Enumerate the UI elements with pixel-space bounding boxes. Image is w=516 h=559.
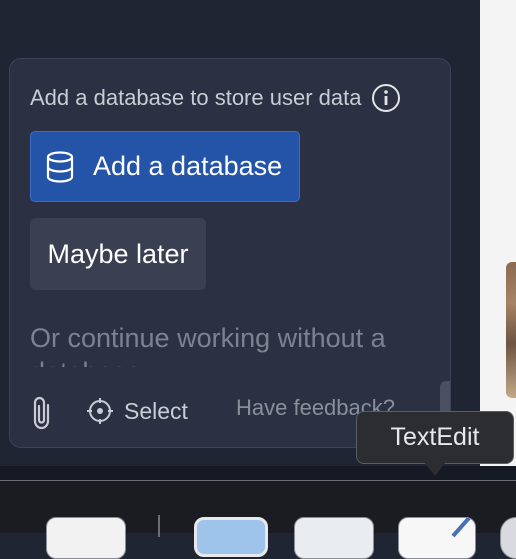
add-database-button[interactable]: Add a database — [30, 131, 300, 202]
select-label: Select — [124, 397, 188, 424]
add-database-label: Add a database — [93, 151, 283, 181]
prompt-text: Add a database to store user data — [30, 85, 362, 110]
dock-icon-partial[interactable] — [500, 517, 516, 559]
database-icon — [46, 150, 74, 183]
tooltip-arrow — [424, 462, 446, 476]
maybe-later-button[interactable]: Maybe later — [30, 218, 206, 290]
textedit-dock-icon[interactable] — [398, 516, 476, 559]
paperclip-icon[interactable] — [28, 395, 56, 431]
info-icon[interactable] — [371, 83, 401, 113]
app-dock-icon[interactable] — [194, 517, 268, 557]
pen-icon — [451, 516, 471, 538]
continue-without-database-text: Or continue working without a database — [30, 323, 386, 367]
preview-image — [506, 262, 516, 398]
database-prompt-panel: Add a database to store user data Add a … — [9, 58, 451, 448]
prompt-row: Add a database to store user data — [30, 83, 401, 113]
select-button[interactable]: Select — [86, 397, 188, 425]
crosshair-icon — [87, 398, 113, 424]
preview-dock-icon[interactable] — [294, 517, 374, 559]
dock-separator — [158, 515, 160, 537]
dock — [0, 480, 516, 559]
finder-dock-icon[interactable] — [46, 517, 126, 559]
side-panel-edge — [480, 0, 516, 480]
dock-tooltip: TextEdit — [356, 411, 514, 464]
